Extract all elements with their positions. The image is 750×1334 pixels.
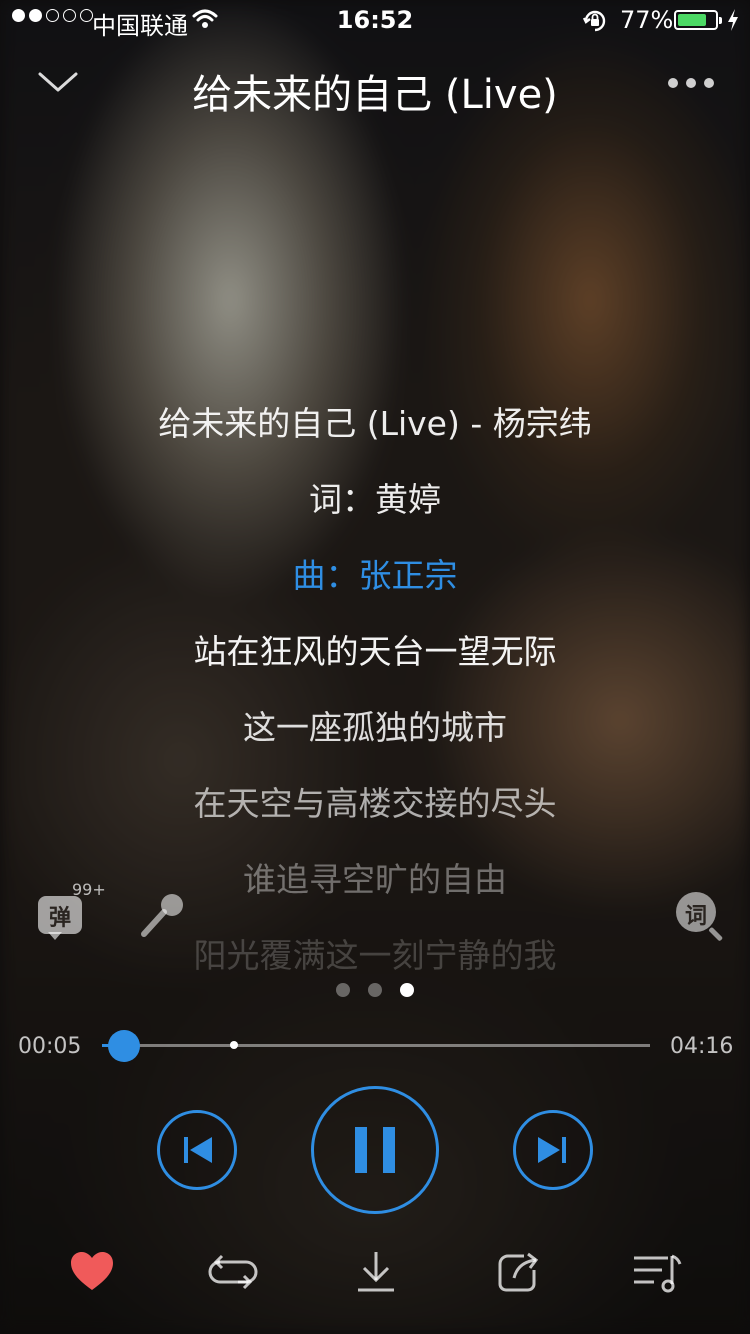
lyrics-search-icon: 词 — [676, 892, 716, 932]
next-button[interactable] — [513, 1110, 593, 1190]
page-indicator[interactable] — [336, 983, 414, 997]
lyrics-panel[interactable]: 给未来的自己 (Live) - 杨宗纬 词：黄婷 曲：张正宗 站在狂风的天台一望… — [0, 396, 750, 1004]
progress-thumb[interactable] — [107, 1030, 140, 1062]
lyric-line: 这一座孤独的城市 — [243, 708, 507, 747]
microphone-icon[interactable] — [136, 890, 188, 942]
player-header: 给未来的自己 (Live) — [0, 50, 750, 120]
danmu-count-badge: 99+ — [72, 880, 106, 899]
lyrics-search-label: 词 — [684, 904, 707, 929]
chevron-down-icon[interactable] — [36, 68, 80, 96]
playlist-icon[interactable] — [632, 1248, 684, 1296]
buffer-marker — [229, 1041, 238, 1049]
bottom-toolbar — [0, 1248, 750, 1304]
charging-bolt-icon — [728, 9, 738, 31]
lyric-line: 在天空与高楼交接的尽头 — [193, 784, 557, 823]
lyric-line: 站在狂风的天台一望无际 — [193, 632, 557, 671]
total-time: 04:16 — [670, 1034, 734, 1059]
more-dot — [704, 78, 714, 88]
heart-icon[interactable] — [68, 1248, 116, 1296]
lyric-line: 给未来的自己 (Live) - 杨宗纬 — [158, 404, 592, 443]
more-dot — [668, 78, 678, 88]
danmu-icon: 弹 — [38, 896, 82, 934]
more-dot — [686, 78, 696, 88]
battery-fill — [678, 14, 706, 26]
danmu-button[interactable]: 弹 99+ — [38, 880, 108, 946]
page-dot[interactable] — [368, 983, 382, 997]
progress-track[interactable] — [102, 1041, 650, 1049]
lyric-line: 词：黄婷 — [309, 480, 441, 519]
pause-icon — [355, 1127, 395, 1173]
skip-previous-icon — [184, 1137, 212, 1163]
page-dot[interactable] — [400, 983, 414, 997]
battery-nub — [719, 17, 722, 24]
repeat-icon[interactable] — [206, 1248, 260, 1296]
lyric-line-current: 曲：张正宗 — [292, 556, 458, 595]
play-pause-button[interactable] — [311, 1086, 439, 1214]
orientation-lock-icon — [582, 10, 606, 32]
previous-button[interactable] — [157, 1110, 237, 1190]
page-dot[interactable] — [336, 983, 350, 997]
download-icon[interactable] — [352, 1248, 400, 1296]
progress-bar[interactable]: 00:05 04:16 — [0, 1026, 750, 1066]
current-time: 00:05 — [18, 1034, 82, 1059]
lyric-line: 谁追寻空旷的自由 — [243, 860, 507, 899]
danmu-label: 弹 — [48, 906, 71, 931]
status-bar: 中国联通 16:52 77% — [0, 0, 750, 40]
battery-percentage: 77% — [620, 6, 674, 34]
more-dots-icon[interactable] — [668, 78, 714, 88]
share-icon[interactable] — [494, 1248, 542, 1296]
battery-icon — [674, 10, 722, 30]
danmu-icon-tail — [48, 932, 62, 940]
skip-next-icon — [538, 1137, 566, 1163]
song-title: 给未来的自己 (Live) — [192, 72, 558, 118]
